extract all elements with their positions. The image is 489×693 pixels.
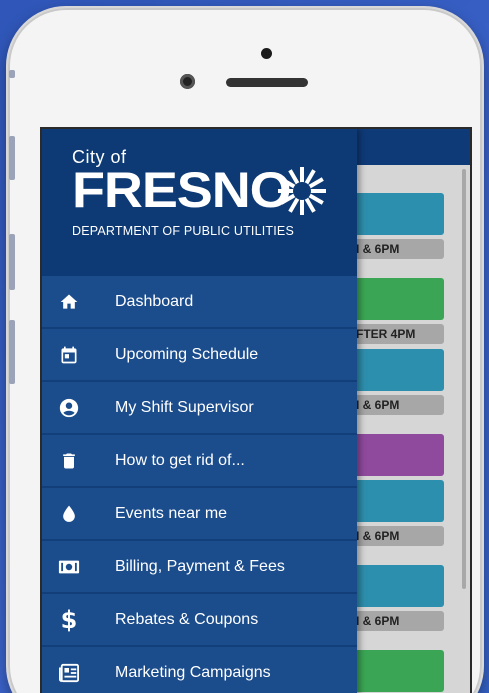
menu-item-events-near-me[interactable]: Events near me: [42, 488, 357, 541]
menu-item-label: Dashboard: [115, 292, 194, 310]
schedule-card[interactable]: [342, 480, 444, 522]
drawer-header: City of FRESNO DEPARTMENT OF PUBLIC UTIL…: [42, 129, 357, 276]
menu-item-label: My Shift Supervisor: [115, 398, 254, 416]
menu-item-marketing-campaigns[interactable]: Marketing Campaigns: [42, 647, 357, 693]
department-label: DEPARTMENT OF PUBLIC UTILITIES: [72, 224, 295, 238]
schedule-card[interactable]: [342, 434, 444, 476]
schedule-time-pill: FTER 4PM: [342, 324, 444, 344]
volume-up-button: [9, 136, 15, 180]
schedule-card[interactable]: [342, 349, 444, 391]
home-icon: [58, 291, 80, 313]
menu-item-how-to-get-rid-of[interactable]: How to get rid of...: [42, 435, 357, 488]
trash-can-icon: [58, 450, 80, 472]
schedule-card[interactable]: TS: [342, 650, 444, 692]
menu-item-upcoming-schedule[interactable]: Upcoming Schedule: [42, 329, 357, 382]
schedule-card[interactable]: TS: [342, 278, 444, 320]
app-screen: I & 6PM TS FTER 4PM I & 6PM I & 6PM I & …: [40, 127, 472, 693]
schedule-time-pill: I & 6PM: [342, 526, 444, 546]
schedule-time-pill: I & 6PM: [342, 395, 444, 415]
volume-down-button: [9, 234, 15, 290]
sunburst-logo-icon: [278, 167, 326, 215]
menu-item-label: Rebates & Coupons: [115, 610, 259, 628]
dollar-sign-icon: $: [60, 605, 78, 634]
menu-item-label: How to get rid of...: [115, 451, 245, 469]
mute-switch: [9, 70, 15, 78]
newspaper-icon: [58, 662, 80, 684]
location-drop-icon: [58, 503, 80, 525]
account-circle-icon: [58, 397, 80, 419]
schedule-card[interactable]: [342, 193, 444, 235]
schedule-time-pill: I & 6PM: [342, 611, 444, 631]
schedule-card[interactable]: [342, 565, 444, 607]
front-camera: [180, 74, 195, 89]
proximity-sensor: [261, 48, 272, 59]
menu-item-dashboard[interactable]: Dashboard: [42, 276, 357, 329]
menu-item-label: Marketing Campaigns: [115, 663, 271, 681]
money-bill-icon: [58, 556, 80, 578]
side-button: [9, 320, 15, 384]
scrollbar[interactable]: [462, 169, 466, 589]
fresno-logo-text: FRESNO: [72, 162, 292, 218]
menu-item-label: Billing, Payment & Fees: [115, 557, 285, 575]
menu-item-label: Events near me: [115, 504, 228, 522]
menu-item-rebates-coupons[interactable]: $ Rebates & Coupons: [42, 594, 357, 647]
menu-item-label: Upcoming Schedule: [115, 345, 259, 363]
calendar-icon: [58, 344, 80, 366]
earpiece-speaker: [226, 78, 308, 87]
schedule-time-pill: I & 6PM: [342, 239, 444, 259]
menu-item-billing-payment-fees[interactable]: Billing, Payment & Fees: [42, 541, 357, 594]
navigation-drawer: City of FRESNO DEPARTMENT OF PUBLIC UTIL…: [42, 129, 357, 693]
menu-item-shift-supervisor[interactable]: My Shift Supervisor: [42, 382, 357, 435]
